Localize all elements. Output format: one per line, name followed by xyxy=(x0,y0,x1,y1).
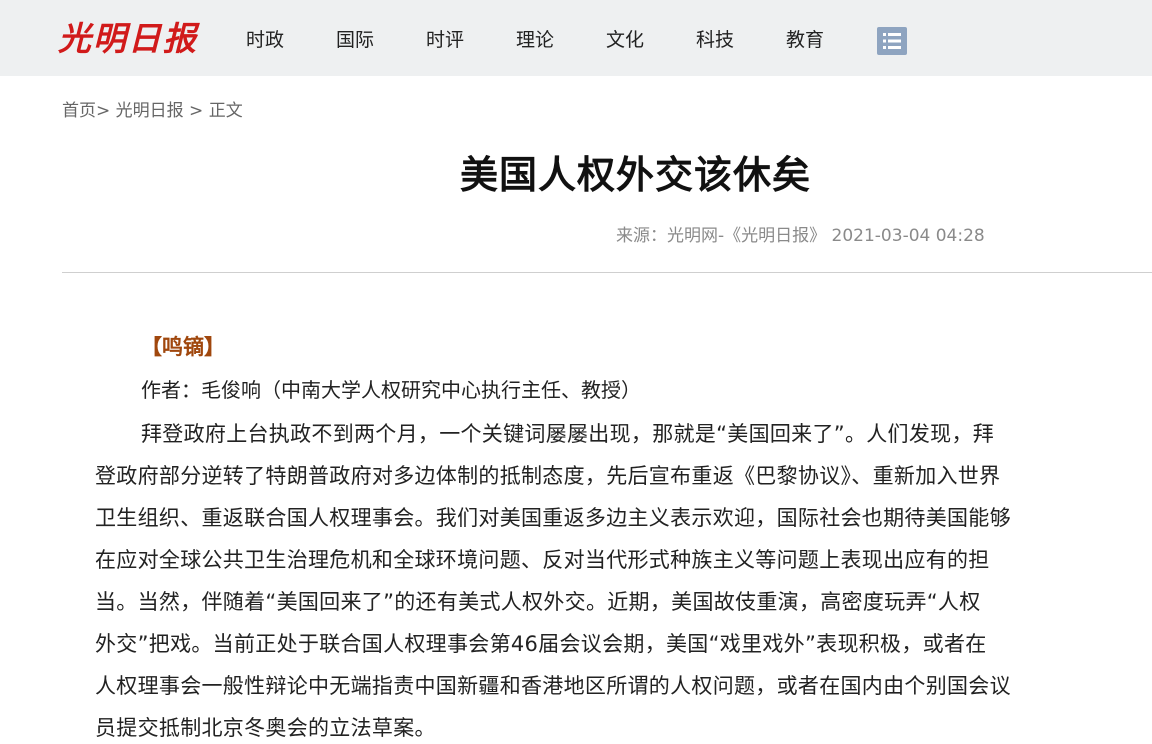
paragraph-line: 人权理事会一般性辩论中无端指责中国新疆和香港地区所谓的人权问题，或者在国内由个别… xyxy=(95,674,1011,698)
article-author: 作者：毛俊响（中南大学人权研究中心执行主任、教授） xyxy=(141,378,641,402)
breadcrumb-site-link[interactable]: 光明日报 xyxy=(110,101,184,121)
paragraph-line: 当。当然，伴随着“美国回来了”的还有美式人权外交。近期，美国故伎重演，高密度玩弄… xyxy=(95,590,981,614)
paragraph-line: 在应对全球公共卫生治理危机和全球环境问题、反对当代形式种族主义等问题上表现出应有… xyxy=(95,548,990,572)
menu-button[interactable] xyxy=(877,27,907,55)
breadcrumb: 首页> 光明日报 > 正文 xyxy=(62,96,243,121)
breadcrumb-current: 正文 xyxy=(208,101,243,121)
nav-item-international[interactable]: 国际 xyxy=(336,0,374,76)
paragraph-line: 登政府部分逆转了特朗普政府对多边体制的抵制态度，先后宣布重返《巴黎协议》、重新加… xyxy=(95,464,1001,488)
breadcrumb-home-link[interactable]: 首页> xyxy=(62,101,110,121)
article-title: 美国人权外交该休矣 xyxy=(460,153,812,197)
nav-item-theory[interactable]: 理论 xyxy=(516,0,554,76)
paragraph-line: 拜登政府上台执政不到两个月，一个关键词屡屡出现，那就是“美国回来了”。人们发现，… xyxy=(141,422,995,446)
nav-item-politics[interactable]: 时政 xyxy=(246,0,284,76)
paragraph-line: 员提交抵制北京冬奥会的立法草案。 xyxy=(95,716,436,740)
title-divider xyxy=(62,272,1152,273)
nav-item-technology[interactable]: 科技 xyxy=(696,0,734,76)
list-menu-icon xyxy=(883,33,901,49)
site-logo[interactable]: 光明日报 xyxy=(58,16,198,62)
paragraph-line: 卫生组织、重返联合国人权理事会。我们对美国重返多边主义表示欢迎，国际社会也期待美… xyxy=(95,506,1011,530)
nav-item-commentary[interactable]: 时评 xyxy=(426,0,464,76)
nav-item-culture[interactable]: 文化 xyxy=(606,0,644,76)
breadcrumb-separator: > xyxy=(183,101,209,121)
column-label: 【鸣镝】 xyxy=(141,335,225,359)
nav-item-education[interactable]: 教育 xyxy=(786,0,824,76)
article-source-date: 来源：光明网-《光明日报》 2021-03-04 04:28 xyxy=(616,226,985,246)
paragraph-line: 外交”把戏。当前正处于联合国人权理事会第46届会议会期，美国“戏里戏外”表现积极… xyxy=(95,632,987,656)
top-navigation-bar: 光明日报 时政 国际 时评 理论 文化 科技 教育 xyxy=(0,0,1152,76)
